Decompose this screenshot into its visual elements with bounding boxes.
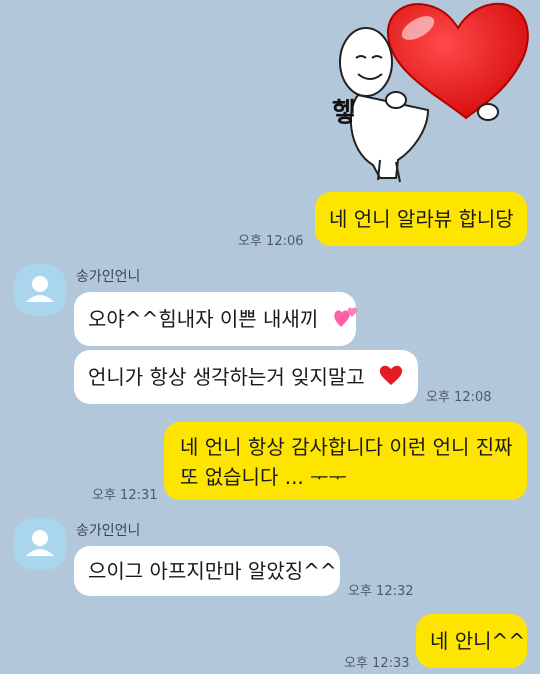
default-profile-icon [26, 530, 54, 556]
message-time: 오후 12:08 [426, 390, 492, 405]
sender-name: 송가인언니 [76, 269, 141, 285]
other-message-bubble[interactable]: 으이그 아프지만마 알았징^^ [74, 546, 340, 596]
red-heart-emoji-icon [379, 364, 403, 394]
message-time: 오후 12:31 [92, 488, 158, 503]
two-hearts-emoji-icon [333, 305, 359, 337]
sticker-caption: 헿 [332, 98, 356, 128]
message-text: 네 언니 알라뷰 합니당 [329, 207, 514, 231]
message-text-line: 또 없습니다 ... ᅮᅮ [180, 465, 347, 489]
other-message-bubble[interactable]: 오야^^힘내자 이쁜 내새끼 [74, 292, 359, 346]
my-message-bubble[interactable]: 네 안니^^ [416, 614, 527, 668]
message-text: 오야^^힘내자 이쁜 내새끼 [88, 307, 319, 331]
avatar[interactable] [14, 518, 66, 570]
message-text-line: 네 언니 항상 감사합니다 이런 언니 진짜 [180, 435, 513, 459]
message-text: 언니가 항상 생각하는거 잊지말고 [88, 365, 365, 389]
my-message-bubble[interactable]: 네 언니 항상 감사합니다 이런 언니 진짜 또 없습니다 ... ᅮᅮ [164, 422, 527, 500]
message-text: 네 안니^^ [430, 629, 526, 653]
heart-character-sticker[interactable]: 헿 [318, 0, 540, 190]
message-text: 으이그 아프지만마 알았징^^ [88, 559, 337, 583]
avatar[interactable] [14, 264, 66, 316]
my-message-bubble[interactable]: 네 언니 알라뷰 합니당 [315, 192, 527, 246]
message-time: 오후 12:33 [344, 656, 410, 671]
other-message-bubble[interactable]: 언니가 항상 생각하는거 잊지말고 [74, 350, 418, 404]
message-time: 오후 12:06 [238, 234, 304, 249]
message-time: 오후 12:32 [348, 584, 414, 599]
sender-name: 송가인언니 [76, 523, 141, 539]
default-profile-icon [26, 276, 54, 302]
